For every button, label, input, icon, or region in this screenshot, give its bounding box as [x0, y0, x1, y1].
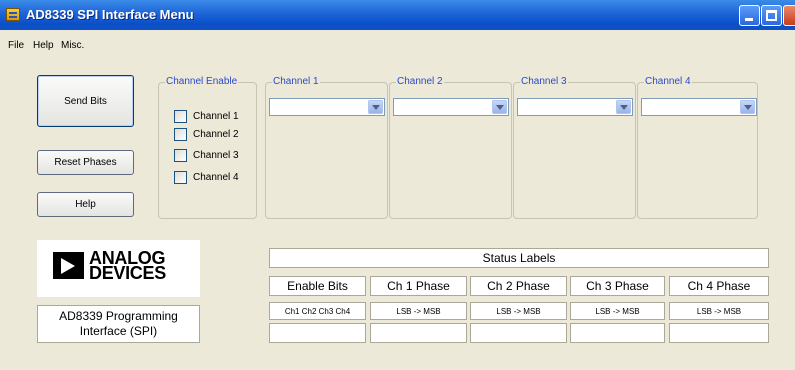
channel-4-dropdown[interactable] — [641, 98, 757, 116]
menu-help[interactable]: Help — [33, 40, 54, 51]
channel-1-title: Channel 1 — [272, 76, 320, 87]
app-window: AD8339 SPI Interface Menu File Help Misc… — [0, 0, 795, 370]
channel-3-checkbox-label: Channel 3 — [193, 149, 239, 161]
status-value-ch2-phase: LSB -> MSB — [470, 302, 567, 320]
channel-2-dropdown[interactable] — [393, 98, 509, 116]
title-bar[interactable]: AD8339 SPI Interface Menu — [0, 0, 795, 30]
status-value-ch3-phase: LSB -> MSB — [570, 302, 665, 320]
window-title: AD8339 SPI Interface Menu — [26, 7, 194, 22]
chevron-down-icon[interactable] — [492, 100, 507, 114]
status-header-ch2-phase: Ch 2 Phase — [470, 276, 567, 296]
program-label-box: AD8339 Programming Interface (SPI) — [37, 305, 200, 343]
status-header-ch3-phase: Ch 3 Phase — [570, 276, 665, 296]
channel-enable-group: Channel Enable Channel 1 Channel 2 Chann… — [158, 76, 257, 219]
channel-3-dropdown[interactable] — [517, 98, 633, 116]
channel-3-checkbox-row[interactable]: Channel 3 — [174, 148, 239, 162]
menu-file[interactable]: File — [8, 40, 24, 51]
chevron-down-icon[interactable] — [740, 100, 755, 114]
logo-line-2: DEVICES — [89, 263, 166, 283]
app-icon — [6, 8, 20, 21]
channel-1-group: Channel 1 — [265, 76, 388, 219]
close-button[interactable] — [783, 5, 795, 26]
status-header-ch1-phase: Ch 1 Phase — [370, 276, 467, 296]
channel-1-checkbox[interactable] — [174, 109, 187, 123]
channel-3-title: Channel 3 — [520, 76, 568, 87]
menu-misc[interactable]: Misc. — [61, 40, 84, 51]
menu-bar: File Help Misc. — [0, 30, 795, 52]
send-bits-button[interactable]: Send Bits — [37, 75, 134, 127]
channel-1-dropdown[interactable] — [269, 98, 385, 116]
channel-3-checkbox[interactable] — [174, 148, 187, 162]
channel-3-group: Channel 3 — [513, 76, 636, 219]
channel-4-title: Channel 4 — [644, 76, 692, 87]
channel-2-checkbox[interactable] — [174, 127, 187, 141]
channel-4-checkbox[interactable] — [174, 170, 187, 184]
maximize-icon — [766, 10, 777, 21]
status-value-ch4-phase: LSB -> MSB — [669, 302, 769, 320]
minimize-button[interactable] — [739, 5, 760, 26]
reset-phases-button[interactable]: Reset Phases — [37, 150, 134, 175]
status-header-enable-bits: Enable Bits — [269, 276, 366, 296]
program-label-line-2: Interface (SPI) — [79, 324, 158, 338]
status-bits-ch3 — [570, 323, 665, 343]
channel-2-title: Channel 2 — [396, 76, 444, 87]
help-button[interactable]: Help — [37, 192, 134, 217]
minimize-icon — [745, 18, 753, 21]
status-bits-enable — [269, 323, 366, 343]
analog-devices-logo: ANALOG DEVICES — [37, 240, 200, 297]
channel-1-checkbox-label: Channel 1 — [193, 110, 239, 122]
channel-4-checkbox-label: Channel 4 — [193, 171, 239, 183]
channel-2-checkbox-label: Channel 2 — [193, 128, 239, 140]
channel-2-group: Channel 2 — [389, 76, 512, 219]
status-value-enable-bits: Ch1 Ch2 Ch3 Ch4 — [269, 302, 366, 320]
maximize-button[interactable] — [761, 5, 782, 26]
program-label-line-1: AD8339 Programming — [59, 309, 178, 323]
status-header-ch4-phase: Ch 4 Phase — [669, 276, 769, 296]
status-value-ch1-phase: LSB -> MSB — [370, 302, 467, 320]
channel-4-checkbox-row[interactable]: Channel 4 — [174, 170, 239, 184]
status-bits-ch2 — [470, 323, 567, 343]
channel-1-checkbox-row[interactable]: Channel 1 — [174, 109, 239, 123]
status-bits-ch4 — [669, 323, 769, 343]
channel-enable-title: Channel Enable — [165, 76, 239, 87]
chevron-down-icon[interactable] — [368, 100, 383, 114]
status-bits-ch1 — [370, 323, 467, 343]
chevron-down-icon[interactable] — [616, 100, 631, 114]
analog-devices-logo-mark-icon — [53, 252, 84, 279]
channel-4-group: Channel 4 — [637, 76, 758, 219]
channel-2-checkbox-row[interactable]: Channel 2 — [174, 127, 239, 141]
status-labels-title: Status Labels — [269, 248, 769, 268]
